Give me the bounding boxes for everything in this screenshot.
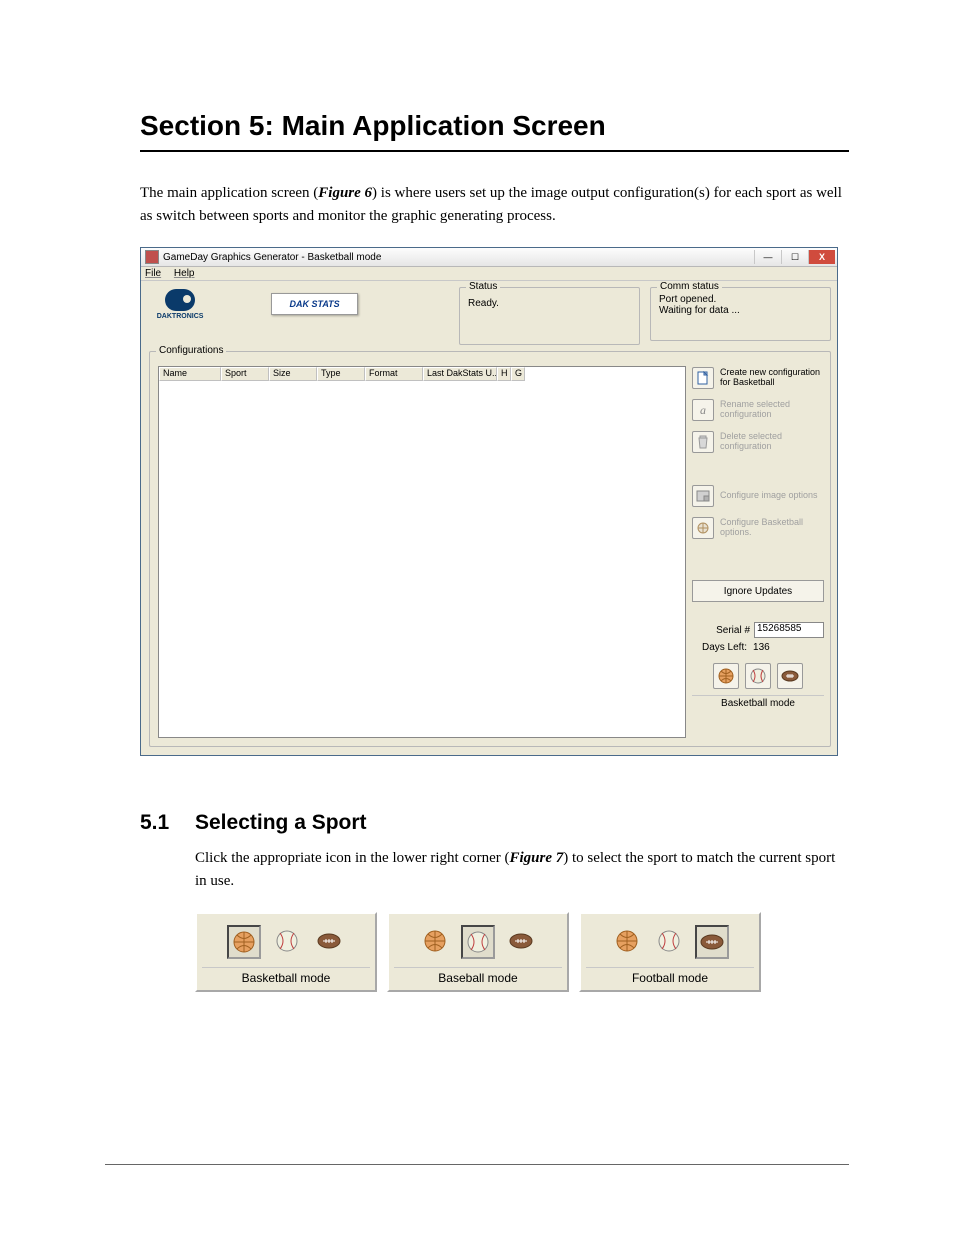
days-left-value: 136 (753, 642, 770, 653)
status-value: Ready. (468, 298, 633, 309)
ignore-updates-button[interactable]: Ignore Updates (692, 580, 824, 602)
subsection-number: 5.1 (140, 811, 195, 835)
daktronics-logo-text: DAKTRONICS (149, 313, 211, 320)
subsection-heading: 5.1Selecting a Sport (140, 811, 849, 835)
col-g[interactable]: G (511, 367, 525, 381)
create-config-label: Create new configuration for Basketball (720, 368, 824, 388)
close-button[interactable]: X (808, 250, 835, 264)
menu-bar: File Help (141, 267, 837, 281)
trash-icon (696, 435, 710, 449)
intro-text-a: The main application screen ( (140, 185, 318, 201)
football-icon[interactable] (505, 925, 537, 957)
col-format[interactable]: Format (365, 367, 423, 381)
sub-para-a: Click the appropriate icon in the lower … (195, 850, 509, 866)
sport-options-button[interactable] (692, 517, 714, 539)
minimize-button[interactable]: — (754, 250, 781, 264)
basketball-mode-label: Basketball mode (202, 967, 370, 985)
subsection-title: Selecting a Sport (195, 811, 367, 834)
menu-file[interactable]: File (145, 268, 161, 279)
comm-legend: Comm status (657, 281, 722, 292)
intro-paragraph: The main application screen (Figure 6) i… (140, 182, 849, 227)
configurations-actions: Create new configuration for Basketball … (692, 366, 824, 738)
sport-options-label: Configure Basketball options. (720, 518, 824, 538)
app-window: GameDay Graphics Generator - Basketball … (140, 247, 838, 756)
maximize-button[interactable]: ☐ (781, 250, 808, 264)
dakstats-logo: DAK STATS (271, 293, 358, 315)
footer-rule (105, 1164, 849, 1165)
baseball-mode-button[interactable] (745, 663, 771, 689)
menu-help[interactable]: Help (174, 268, 195, 279)
football-icon-selected[interactable] (695, 925, 729, 959)
serial-label: Serial # (716, 625, 750, 636)
football-mode-label: Football mode (586, 967, 754, 985)
basketball-icon[interactable] (419, 925, 451, 957)
football-mode-button[interactable] (777, 663, 803, 689)
col-type[interactable]: Type (317, 367, 365, 381)
delete-config-label: Delete selected configuration (720, 432, 824, 452)
basketball-mode-panel: Basketball mode (195, 912, 377, 992)
status-group: Status Ready. (459, 287, 640, 345)
comm-line-2: Waiting for data ... (659, 305, 824, 316)
basketball-icon-selected[interactable] (227, 925, 261, 959)
football-mode-panel: Football mode (579, 912, 761, 992)
baseball-icon[interactable] (653, 925, 685, 957)
configurations-legend: Configurations (156, 345, 226, 356)
football-icon[interactable] (313, 925, 345, 957)
col-sport[interactable]: Sport (221, 367, 269, 381)
comm-line-1: Port opened. (659, 294, 824, 305)
col-size[interactable]: Size (269, 367, 317, 381)
configurations-group: Configurations Name Sport Size Type Form… (149, 351, 831, 747)
col-h[interactable]: H (497, 367, 511, 381)
baseball-icon-selected[interactable] (461, 925, 495, 959)
configurations-listview[interactable]: Name Sport Size Type Format Last DakStat… (158, 366, 686, 738)
figure-ref-7: Figure 7 (509, 850, 563, 866)
basketball-options-icon (696, 521, 710, 535)
delete-config-button[interactable] (692, 431, 714, 453)
baseball-icon (749, 667, 767, 685)
daktronics-logo: DAKTRONICS (149, 287, 211, 345)
heading-rule (140, 150, 849, 152)
rename-config-button[interactable]: a (692, 399, 714, 421)
basketball-mode-button[interactable] (713, 663, 739, 689)
figure-7: Basketball mode Baseball mode (195, 912, 849, 992)
basketball-icon (717, 667, 735, 685)
subsection-paragraph: Click the appropriate icon in the lower … (195, 847, 849, 892)
current-mode-label: Basketball mode (692, 695, 824, 709)
baseball-icon[interactable] (271, 925, 303, 957)
image-options-label: Configure image options (720, 491, 818, 501)
baseball-mode-label: Baseball mode (394, 967, 562, 985)
football-icon (781, 667, 799, 685)
rename-config-label: Rename selected configuration (720, 400, 824, 420)
basketball-icon[interactable] (611, 925, 643, 957)
status-legend: Status (466, 281, 500, 292)
baseball-mode-panel: Baseball mode (387, 912, 569, 992)
app-icon (145, 250, 159, 264)
window-title: GameDay Graphics Generator - Basketball … (163, 252, 381, 263)
col-last-dakstats[interactable]: Last DakStats U... (423, 367, 497, 381)
serial-input[interactable]: 15268585 (754, 622, 824, 638)
section-heading: Section 5: Main Application Screen (140, 110, 849, 142)
titlebar: GameDay Graphics Generator - Basketball … (141, 248, 837, 267)
create-config-button[interactable] (692, 367, 714, 389)
image-options-icon (696, 489, 710, 503)
new-document-icon (696, 371, 710, 385)
image-options-button[interactable] (692, 485, 714, 507)
days-left-label: Days Left: (702, 642, 747, 653)
col-name[interactable]: Name (159, 367, 221, 381)
figure-ref-6: Figure 6 (318, 185, 372, 201)
comm-status-group: Comm status Port opened. Waiting for dat… (650, 287, 831, 341)
